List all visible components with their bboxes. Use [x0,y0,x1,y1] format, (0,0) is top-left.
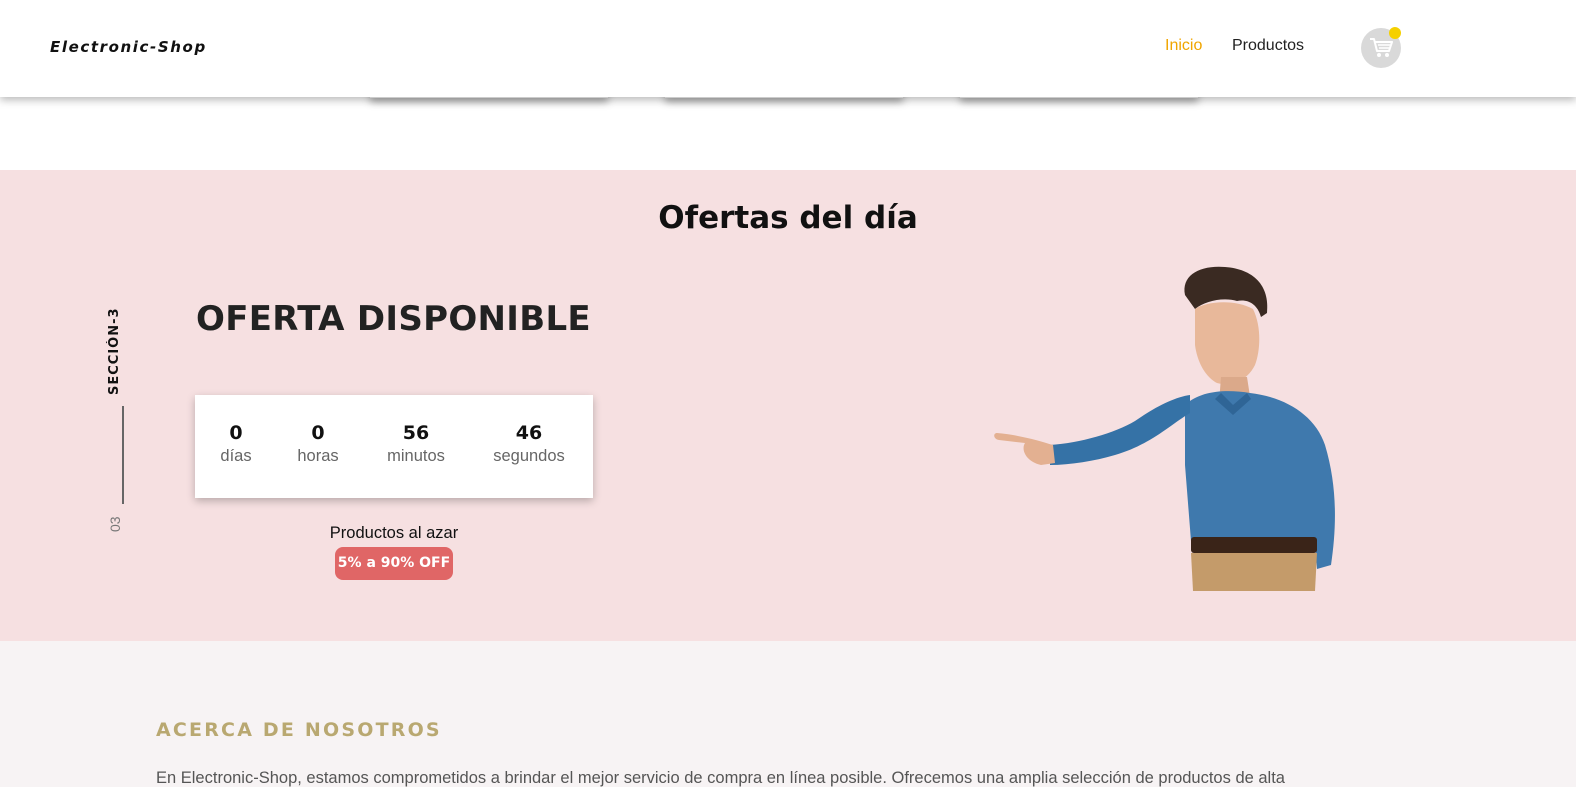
countdown-value: 46 [515,422,543,444]
nav-link-inicio[interactable]: Inicio [1165,37,1202,55]
countdown-value: 0 [229,422,243,444]
brand-logo[interactable]: Electronic-Shop [50,38,207,56]
countdown-label: segundos [493,447,565,465]
man-pointing-image [994,266,1335,591]
about-text: En Electronic-Shop, estamos comprometido… [156,769,1285,787]
random-products-text: Productos al azar [329,524,459,542]
offers-title: Ofertas del día [658,200,918,236]
countdown-days: 0 días [211,422,261,466]
countdown-value: 56 [402,422,430,444]
product-strip [0,97,1576,170]
about-section: ACERCA DE NOSOTROS En Electronic-Shop, e… [0,641,1576,787]
nav-link-productos[interactable]: Productos [1232,37,1304,55]
offers-section: Ofertas del día SECCIÓN-3 03 OFERTA DISP… [0,170,1576,641]
offer-heading: OFERTA DISPONIBLE [196,299,591,339]
discount-badge[interactable]: 5% a 90% OFF [335,547,453,580]
section-indicator: SECCIÓN-3 03 [107,303,139,535]
section-label: SECCIÓN-3 [107,307,122,395]
countdown-minutes: 56 minutos [379,422,453,466]
countdown-label: días [220,447,252,465]
about-title: ACERCA DE NOSOTROS [156,719,442,741]
countdown-timer: 0 días 0 horas 56 minutos 46 segundos [195,395,593,498]
countdown-label: horas [297,447,339,465]
section-number: 03 [107,516,123,532]
section-divider [122,406,124,504]
countdown-label: minutos [387,447,445,465]
cart-notification-dot [1389,27,1401,39]
countdown-hours: 0 horas [291,422,345,466]
countdown-value: 0 [311,422,325,444]
countdown-seconds: 46 segundos [485,422,573,466]
shopping-cart-icon [1370,38,1393,57]
site-header: Electronic-Shop Inicio Productos [0,0,1576,97]
